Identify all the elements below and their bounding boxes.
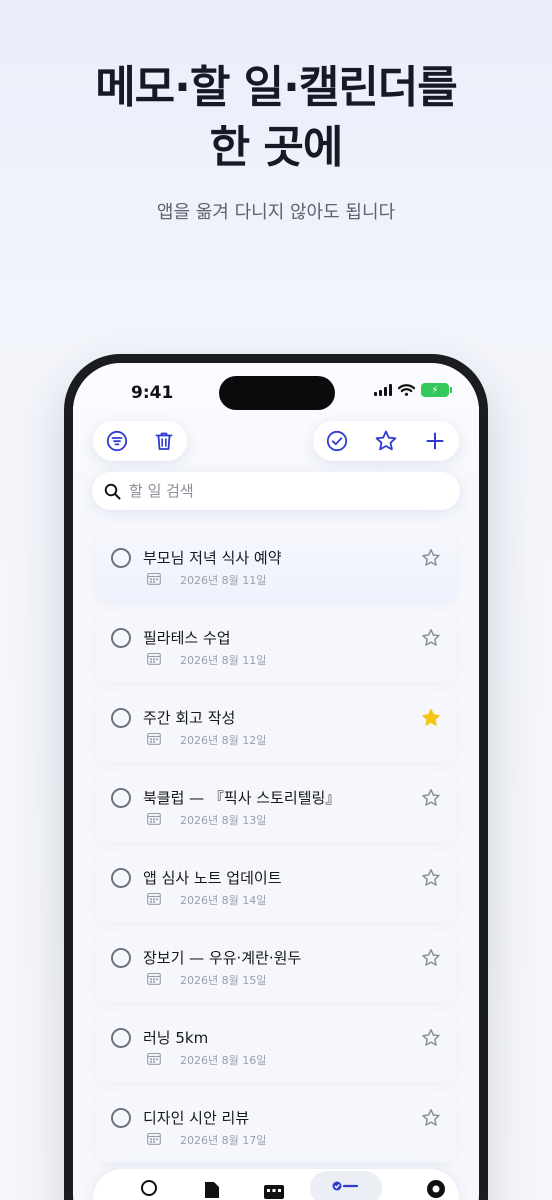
tasks-tab-icon	[332, 1181, 359, 1191]
task-row[interactable]: 부모님 저녁 식사 예약 2026년 8월 11일	[95, 530, 457, 602]
settings-tab-icon	[427, 1180, 445, 1198]
star-outline-icon[interactable]	[421, 868, 441, 888]
plus-icon	[426, 432, 444, 450]
status-time: 9:41	[131, 383, 174, 403]
task-list: 부모님 저녁 식사 예약 2026년 8월 11일 필라테스 수업 2026년 8월 …	[95, 530, 457, 1170]
calendar-icon	[147, 812, 161, 825]
calendar-icon	[147, 1132, 161, 1145]
filter-button[interactable]	[99, 423, 135, 459]
task-checkbox[interactable]	[111, 548, 131, 568]
search-input[interactable]	[129, 482, 429, 500]
status-icons: ⚡	[374, 383, 452, 397]
tab-tasks[interactable]	[326, 1175, 366, 1200]
search-tab-icon	[141, 1180, 157, 1196]
star-outline-icon[interactable]	[421, 628, 441, 648]
task-due-date: 2026년 8월 14일	[180, 894, 267, 907]
calendar-icon	[147, 972, 161, 985]
search-icon	[104, 483, 121, 499]
tab-bar	[93, 1169, 459, 1200]
task-due-date: 2026년 8월 11일	[180, 654, 267, 667]
star-outline-icon[interactable]	[421, 788, 441, 808]
hero-subtitle: 앱을 옮겨 다니지 않아도 됩니다	[156, 202, 396, 223]
hero-headline: 메모·할 일·캘린더를 한 곳에	[0, 58, 552, 178]
calendar-icon	[147, 892, 161, 905]
task-title: 장보기 — 우유·계란·원두	[143, 949, 302, 967]
add-task-button[interactable]	[417, 423, 453, 459]
task-due-date: 2026년 8월 13일	[180, 814, 267, 827]
task-title: 북클럽 — 『픽사 스토리텔링』	[143, 789, 341, 807]
task-title: 앱 심사 노트 업데이트	[143, 869, 282, 887]
delete-button[interactable]	[146, 423, 182, 459]
task-title: 러닝 5km	[143, 1029, 209, 1047]
calendar-icon	[147, 572, 161, 585]
star-outline-icon[interactable]	[421, 548, 441, 568]
star-filled-icon[interactable]	[421, 708, 441, 728]
select-button[interactable]	[319, 423, 355, 459]
task-title: 부모님 저녁 식사 예약	[143, 549, 282, 567]
task-checkbox[interactable]	[111, 948, 131, 968]
favorites-button[interactable]	[368, 423, 404, 459]
task-due-date: 2026년 8월 11일	[180, 574, 267, 587]
task-row[interactable]: 주간 회고 작성 2026년 8월 12일	[95, 690, 457, 762]
task-due-date: 2026년 8월 15일	[180, 974, 267, 987]
task-row[interactable]: 필라테스 수업 2026년 8월 11일	[95, 610, 457, 682]
task-checkbox[interactable]	[111, 788, 131, 808]
calendar-icon	[147, 732, 161, 745]
task-checkbox[interactable]	[111, 868, 131, 888]
star-outline-icon[interactable]	[421, 1108, 441, 1128]
check-circle-icon	[327, 430, 348, 452]
task-title: 필라테스 수업	[143, 629, 231, 647]
calendar-icon	[147, 652, 161, 665]
task-due-date: 2026년 8월 17일	[180, 1134, 267, 1147]
battery-charging-glyph: ⚡	[431, 384, 439, 396]
tab-search[interactable]	[130, 1175, 170, 1200]
toolbar-left-group	[93, 421, 187, 461]
battery-icon: ⚡	[421, 383, 452, 397]
tab-settings[interactable]	[416, 1175, 456, 1200]
task-checkbox[interactable]	[111, 708, 131, 728]
task-due-date: 2026년 8월 12일	[180, 734, 267, 747]
tab-notes[interactable]	[192, 1175, 232, 1200]
task-checkbox[interactable]	[111, 1028, 131, 1048]
task-checkbox[interactable]	[111, 628, 131, 648]
task-row[interactable]: 앱 심사 노트 업데이트 2026년 8월 14일	[95, 850, 457, 922]
trash-icon	[155, 432, 172, 450]
hero-line-2: 한 곳에	[209, 122, 344, 173]
task-row[interactable]: 디자인 시안 리뷰 2026년 8월 17일	[95, 1090, 457, 1162]
dynamic-island	[219, 376, 335, 410]
task-title: 주간 회고 작성	[143, 709, 236, 727]
task-row[interactable]: 북클럽 — 『픽사 스토리텔링』 2026년 8월 13일	[95, 770, 457, 842]
filter-icon	[106, 430, 127, 452]
calendar-tab-icon	[264, 1185, 284, 1199]
task-row[interactable]: 장보기 — 우유·계란·원두 2026년 8월 15일	[95, 930, 457, 1002]
task-checkbox[interactable]	[111, 1108, 131, 1128]
calendar-icon	[147, 1052, 161, 1065]
wifi-icon	[398, 384, 415, 396]
task-row[interactable]: 러닝 5km 2026년 8월 16일	[95, 1010, 457, 1082]
star-outline-icon	[375, 430, 397, 451]
tab-calendar[interactable]	[254, 1175, 294, 1200]
document-tab-icon	[205, 1182, 219, 1198]
phone-screen: 9:41 ⚡ 할 일 검색 부모님 저녁 식사 예약 2026년 8월 11일 …	[73, 363, 479, 1200]
hero-line-1: 메모·할 일·캘린더를	[95, 62, 458, 113]
search-bar[interactable]	[92, 472, 460, 510]
star-outline-icon[interactable]	[421, 1028, 441, 1048]
toolbar-right-group	[313, 421, 459, 461]
cellular-signal-icon	[374, 384, 392, 396]
task-due-date: 2026년 8월 16일	[180, 1054, 267, 1067]
star-outline-icon[interactable]	[421, 948, 441, 968]
task-title: 디자인 시안 리뷰	[143, 1109, 250, 1127]
